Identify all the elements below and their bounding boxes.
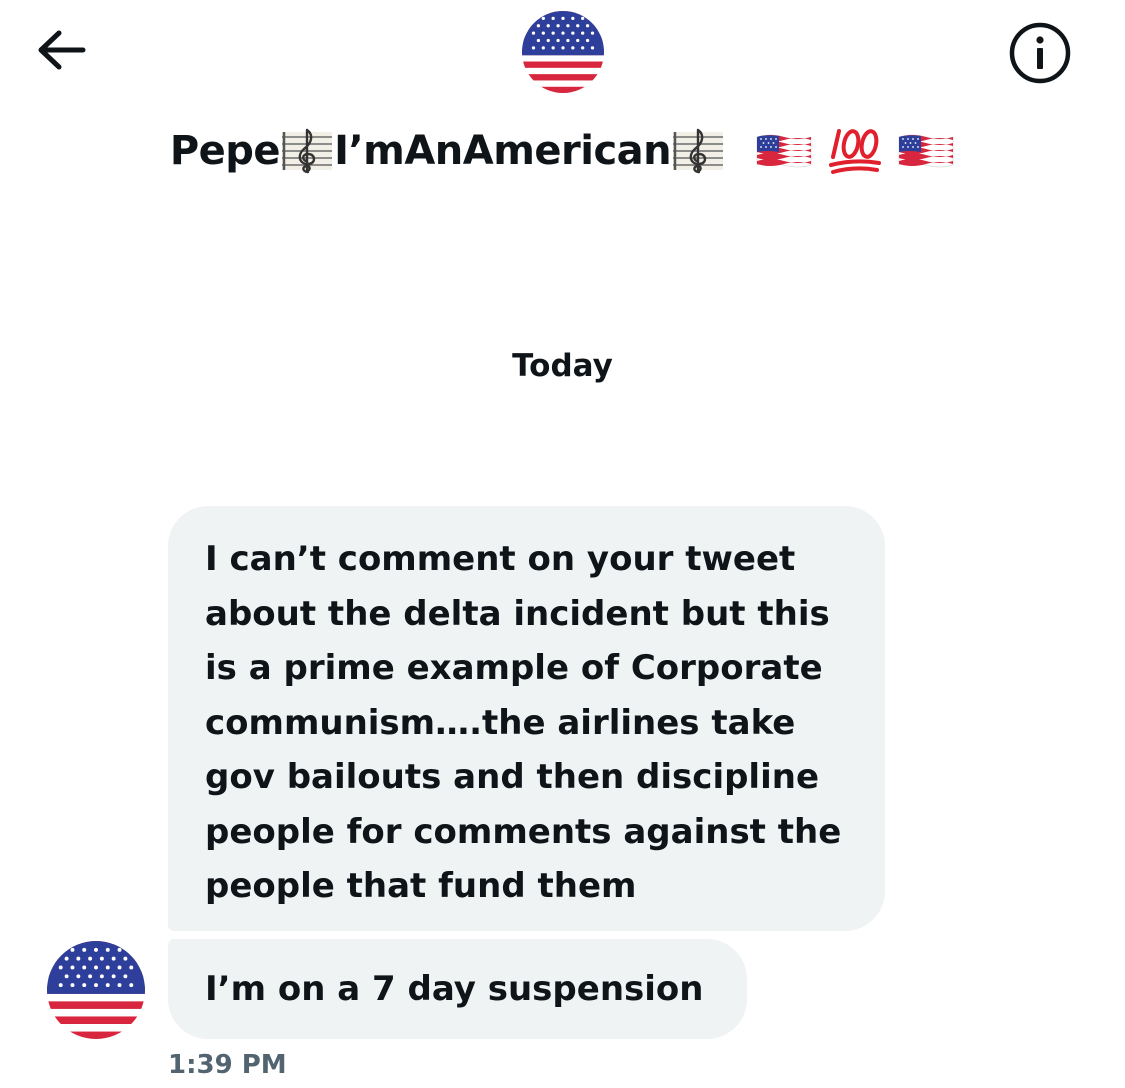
us-flag-avatar-icon [47, 941, 145, 1039]
us-flag-avatar-icon [522, 11, 604, 93]
us-flag-icon [756, 134, 812, 168]
display-name-part: Pepe [169, 128, 281, 174]
hundred-points-icon [829, 129, 882, 174]
conversation-title[interactable]: Pepe I’mAnAmerican [0, 118, 1125, 184]
message-text: I’m on a 7 day suspension [205, 969, 704, 1009]
musical-score-icon [282, 128, 333, 174]
info-icon [1009, 22, 1071, 84]
sender-avatar[interactable] [47, 941, 145, 1039]
message-text: I can’t comment on your tweet about the … [205, 539, 842, 906]
arrow-left-icon [38, 30, 86, 70]
message-bubble[interactable]: I’m on a 7 day suspension [168, 939, 747, 1039]
us-flag-icon [898, 134, 954, 168]
message-bubble[interactable]: I can’t comment on your tweet about the … [168, 506, 885, 931]
day-separator: Today [512, 348, 613, 384]
display-name-handle: I’mAnAmerican [334, 128, 672, 174]
back-button[interactable] [30, 22, 92, 78]
header-avatar[interactable] [522, 11, 604, 93]
info-button[interactable] [1006, 21, 1074, 85]
message-timestamp: 1:39 PM [168, 1050, 287, 1080]
musical-score-icon [673, 128, 724, 174]
